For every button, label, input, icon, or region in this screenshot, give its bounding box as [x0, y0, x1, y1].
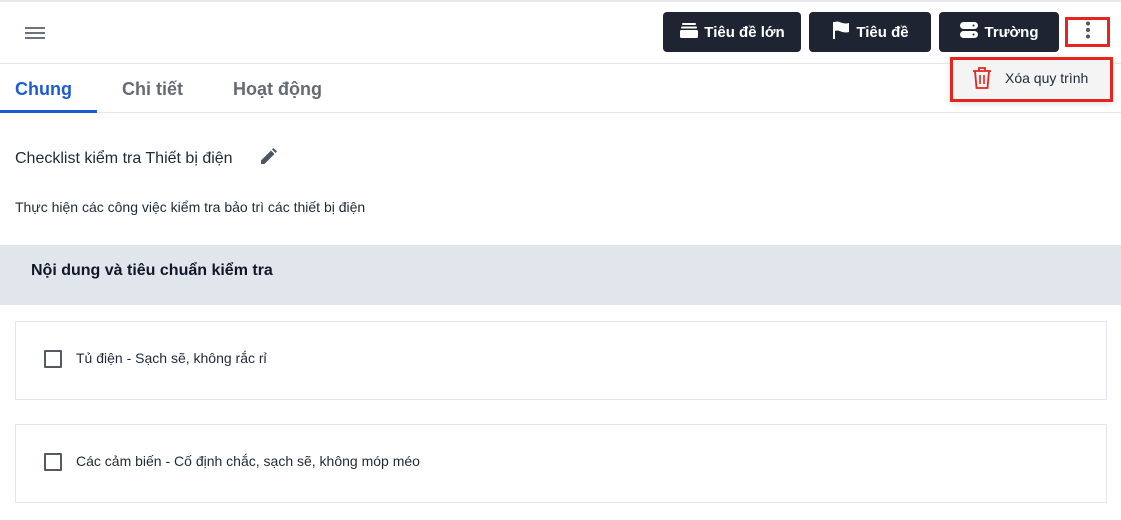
process-description: Thực hiện các công việc kiểm tra bảo trì…	[15, 199, 366, 215]
checklist-item-label: Tủ điện - Sạch sẽ, không rắc rỉ	[76, 350, 267, 366]
tab-bar: Chung Chi tiết Hoạt động	[0, 65, 1121, 113]
add-title-button[interactable]: Tiêu đề	[809, 12, 931, 52]
section-header: Nội dung và tiêu chuẩn kiểm tra	[0, 245, 1121, 305]
checklist-checkbox[interactable]	[44, 350, 62, 368]
database-icon	[959, 20, 979, 44]
stack-icon	[679, 20, 699, 44]
flag-icon	[831, 20, 851, 44]
tab-general[interactable]: Chung	[15, 79, 72, 100]
process-title: Checklist kiểm tra Thiết bị điện	[15, 150, 233, 167]
checklist-item: Các cảm biến - Cố định chắc, sạch sẽ, kh…	[15, 424, 1107, 503]
add-big-title-button[interactable]: Tiêu đề lớn	[663, 12, 801, 52]
checklist-item-label: Các cảm biến - Cố định chắc, sạch sẽ, kh…	[76, 453, 420, 469]
pencil-icon[interactable]	[259, 148, 277, 166]
toolbar: Tiêu đề lớn Tiêu đề Trường	[0, 2, 1121, 64]
field-label: Trường	[984, 23, 1039, 41]
add-field-button[interactable]: Trường	[939, 12, 1059, 52]
hamburger-menu-icon[interactable]	[22, 20, 48, 46]
section-title: Nội dung và tiêu chuẩn kiểm tra	[31, 262, 273, 279]
active-tab-indicator	[0, 110, 97, 113]
title-label: Tiêu đề	[856, 23, 909, 41]
tab-activity[interactable]: Hoạt động	[233, 79, 322, 100]
tab-detail[interactable]: Chi tiết	[122, 79, 183, 100]
vertical-dots-icon	[1085, 21, 1091, 44]
checklist-checkbox[interactable]	[44, 453, 62, 471]
big-title-label: Tiêu đề lớn	[704, 23, 785, 41]
more-options-button[interactable]	[1065, 17, 1110, 47]
checklist-item: Tủ điện - Sạch sẽ, không rắc rỉ	[15, 321, 1107, 400]
